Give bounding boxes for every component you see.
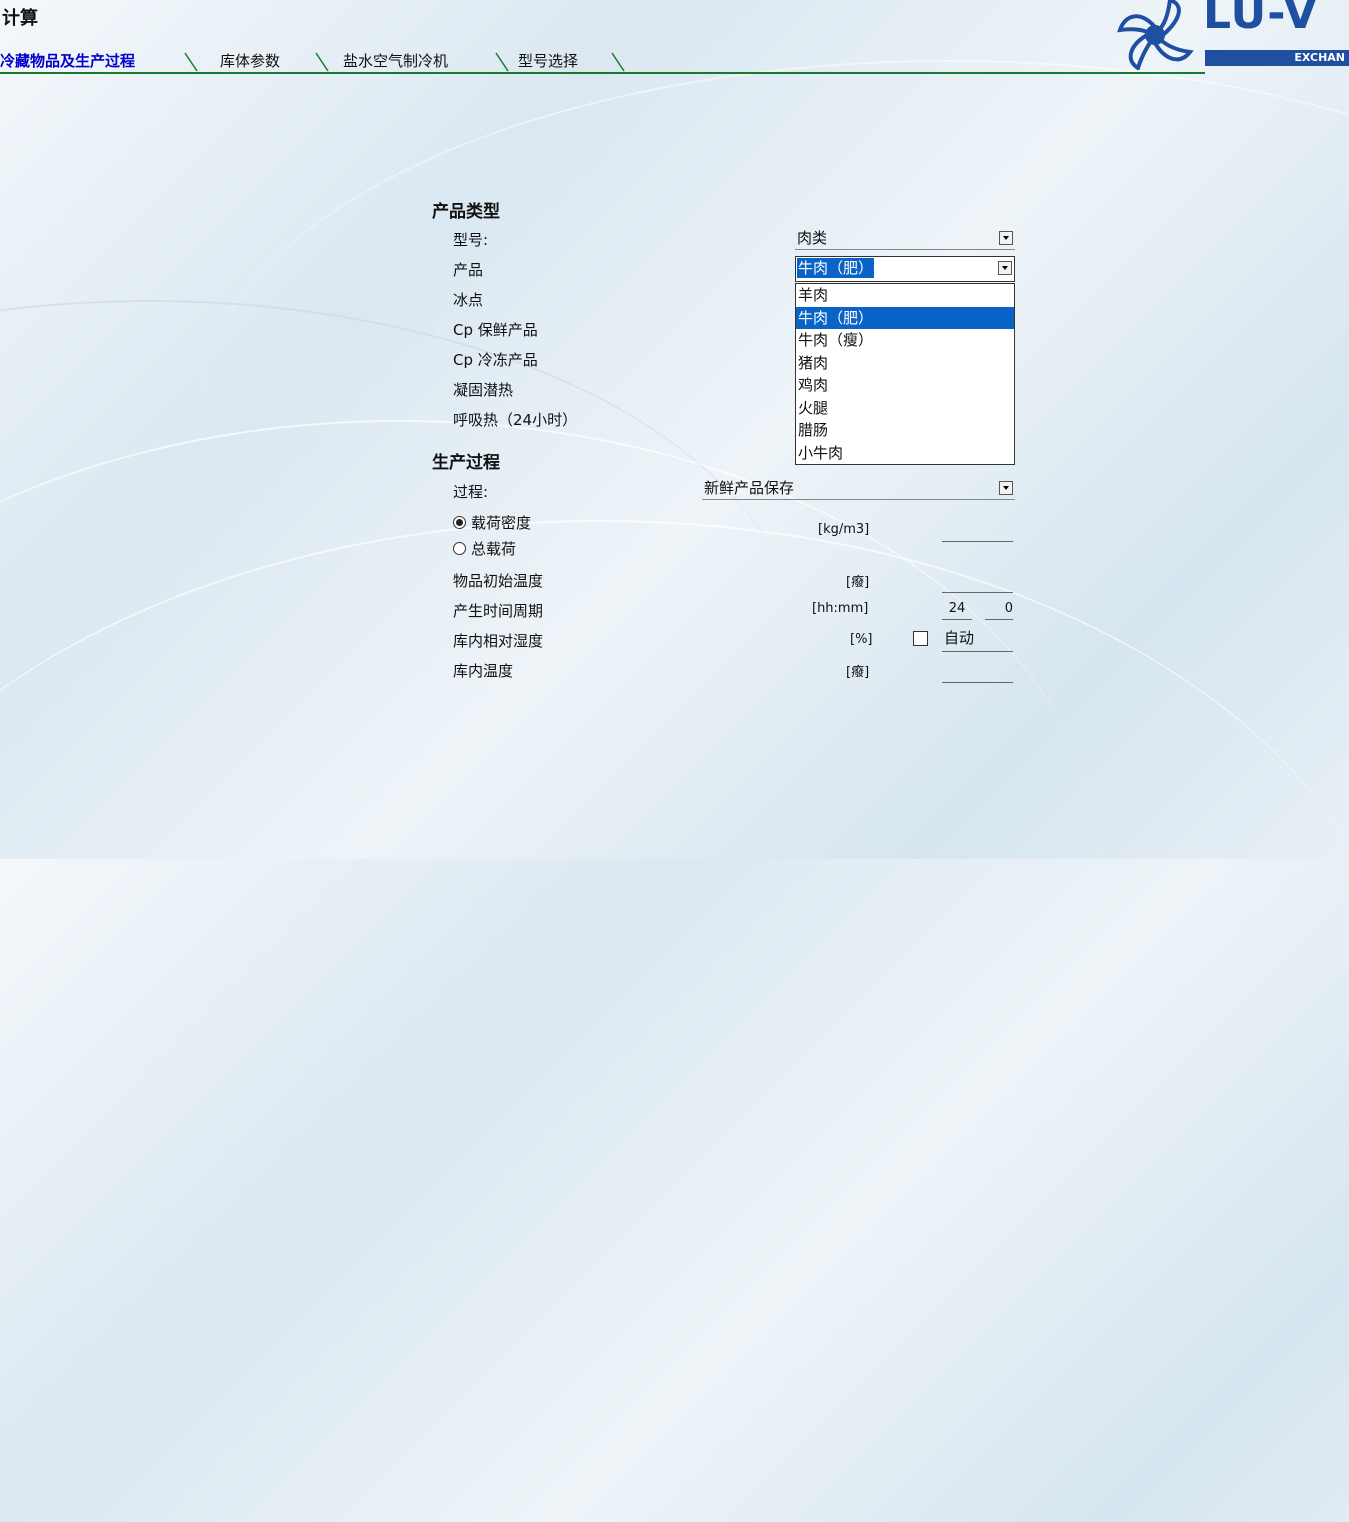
chevron-down-icon[interactable] [999,231,1013,245]
tab-storage-goods[interactable]: 冷藏物品及生产过程 [0,51,139,71]
label-model: 型号: [453,231,489,249]
model-select[interactable]: 肉类 [795,227,1015,250]
unit-initial-temp: [癈] [846,575,870,590]
dropdown-option[interactable]: 猪肉 [796,352,1014,375]
humidity-input[interactable] [942,651,1013,652]
period-hours-input[interactable]: 24 [942,599,972,620]
auto-humidity-label: 自动 [944,629,975,647]
initial-temp-input[interactable] [942,572,1013,593]
label-respiration-heat: 呼吸热（24小时） [453,411,578,429]
section-title-process: 生产过程 [432,453,500,473]
window-title: 计算 [2,8,38,29]
tab-separator [184,52,198,72]
product-select-value: 牛肉（肥） [797,258,875,278]
section-title-product: 产品类型 [432,202,500,222]
tab-separator [495,52,509,72]
label-freezing-point: 冰点 [453,291,484,309]
label-latent-heat: 凝固潜热 [453,381,514,399]
dropdown-option[interactable]: 腊肠 [796,419,1014,442]
radio-total-load[interactable]: 总载荷 [453,538,516,559]
label-room-temp: 库内温度 [453,662,514,680]
load-density-input[interactable] [942,521,1013,542]
dropdown-option[interactable]: 鸡肉 [796,374,1014,397]
radio-load-density-label: 载荷密度 [471,514,532,532]
tab-separator [611,52,625,72]
radio-load-density[interactable]: 载荷密度 [453,512,531,533]
process-select-value: 新鲜产品保存 [704,479,795,497]
label-cp-fresh: Cp 保鲜产品 [453,321,538,339]
chevron-down-icon[interactable] [998,261,1012,275]
product-dropdown-list[interactable]: 羊肉 牛肉（肥） 牛肉（瘦） 猪肉 鸡肉 火腿 腊肠 小牛肉 [795,283,1015,465]
period-minutes-input[interactable]: 0 [985,599,1013,620]
unit-period: [hh:mm] [812,601,869,616]
unit-room-temp: [癈] [846,665,870,680]
label-humidity: 库内相对湿度 [453,632,544,650]
tab-room-params[interactable]: 库体参数 [216,51,284,71]
label-initial-temp: 物品初始温度 [453,572,544,590]
label-period: 产生时间周期 [453,602,544,620]
process-select[interactable]: 新鲜产品保存 [702,477,1015,500]
logo-brand-text: LU-V [1203,0,1319,39]
unit-humidity: [%] [850,632,873,647]
label-process: 过程: [453,483,489,501]
dropdown-option[interactable]: 牛肉（瘦） [796,329,1014,352]
dropdown-option[interactable]: 羊肉 [796,284,1014,307]
tab-model-selection[interactable]: 型号选择 [514,51,582,71]
dropdown-option-highlighted[interactable]: 牛肉（肥） [796,306,1014,329]
unit-density: [kg/m3] [818,522,870,537]
auto-humidity-checkbox[interactable] [913,631,928,646]
radio-unchecked-icon[interactable] [453,542,466,555]
product-select[interactable]: 牛肉（肥） [795,256,1015,282]
radio-total-load-label: 总载荷 [471,540,517,558]
model-select-value: 肉类 [797,229,828,247]
tab-separator [315,52,329,72]
label-product: 产品 [453,261,484,279]
tab-underline [0,72,1205,74]
room-temp-input[interactable] [942,662,1013,683]
dropdown-option[interactable]: 火腿 [796,397,1014,420]
chevron-down-icon[interactable] [999,481,1013,495]
tab-strip [0,49,1349,73]
dropdown-option[interactable]: 小牛肉 [796,442,1014,465]
tab-brine-air-chiller[interactable]: 盐水空气制冷机 [339,51,452,71]
label-cp-frozen: Cp 冷冻产品 [453,351,538,369]
radio-checked-icon[interactable] [453,516,466,529]
